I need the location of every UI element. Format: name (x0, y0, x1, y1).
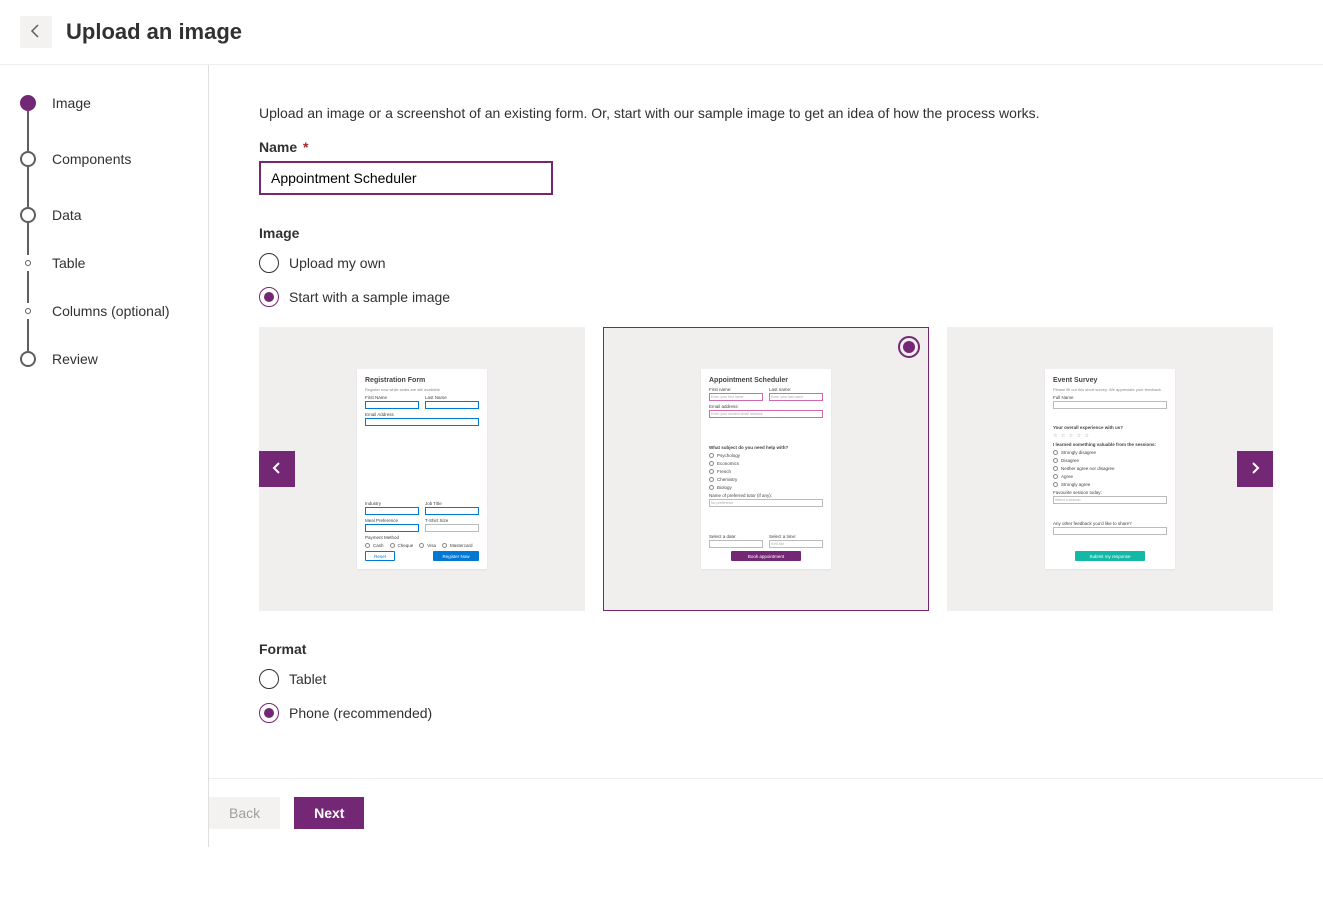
sample-carousel: Registration FormRegister now while seat… (259, 327, 1273, 611)
footer-bar: Back Next (209, 778, 1323, 847)
name-label: Name * (259, 139, 1273, 155)
page-title: Upload an image (66, 19, 242, 45)
sample-thumbnail: Appointment SchedulerFirst name:Enter yo… (701, 369, 831, 569)
intro-text: Upload an image or a screenshot of an ex… (259, 105, 1273, 121)
image-source-option[interactable]: Start with a sample image (259, 287, 1273, 307)
radio-icon (259, 253, 279, 273)
top-bar: Upload an image (0, 0, 1323, 65)
step-dot-icon (20, 207, 36, 223)
chevron-right-icon (1247, 460, 1263, 479)
step-label: Data (52, 207, 82, 223)
image-section-label: Image (259, 225, 1273, 241)
step-dot-icon (25, 308, 31, 314)
step-connector (27, 223, 29, 255)
sample-card[interactable]: Event SurveyPlease fill out this short s… (947, 327, 1273, 611)
radio-label: Start with a sample image (289, 289, 450, 305)
format-option[interactable]: Phone (recommended) (259, 703, 1273, 723)
carousel-prev-button[interactable] (259, 451, 295, 487)
arrow-left-icon (28, 23, 44, 42)
required-asterisk: * (303, 139, 308, 155)
sample-card[interactable]: Registration FormRegister now while seat… (259, 327, 585, 611)
step-item[interactable]: Data (20, 207, 188, 223)
radio-icon (259, 669, 279, 689)
step-dot-icon (20, 351, 36, 367)
step-item[interactable]: Review (20, 351, 188, 367)
back-button[interactable]: Back (209, 797, 280, 829)
sample-thumbnail: Registration FormRegister now while seat… (357, 369, 487, 569)
step-item[interactable]: Table (20, 255, 188, 271)
step-label: Columns (optional) (52, 303, 170, 319)
step-dot-icon (20, 95, 36, 111)
radio-label: Phone (recommended) (289, 705, 432, 721)
step-label: Review (52, 351, 98, 367)
step-connector (27, 319, 29, 351)
next-button[interactable]: Next (294, 797, 364, 829)
radio-label: Upload my own (289, 255, 386, 271)
main-panel: Upload an image or a screenshot of an ex… (209, 65, 1323, 847)
radio-icon (259, 287, 279, 307)
step-label: Components (52, 151, 131, 167)
step-item[interactable]: Components (20, 151, 188, 167)
carousel-next-button[interactable] (1237, 451, 1273, 487)
image-source-option[interactable]: Upload my own (259, 253, 1273, 273)
radio-icon (259, 703, 279, 723)
step-label: Table (52, 255, 85, 271)
format-section-label: Format (259, 641, 1273, 657)
step-dot-icon (25, 260, 31, 266)
step-dot-icon (20, 151, 36, 167)
step-connector (27, 271, 29, 303)
back-arrow-button[interactable] (20, 16, 52, 48)
sample-thumbnail: Event SurveyPlease fill out this short s… (1045, 369, 1175, 569)
step-item[interactable]: Columns (optional) (20, 303, 188, 319)
sample-card[interactable]: Appointment SchedulerFirst name:Enter yo… (603, 327, 929, 611)
step-item[interactable]: Image (20, 95, 188, 111)
step-label: Image (52, 95, 91, 111)
name-input[interactable] (259, 161, 553, 195)
chevron-left-icon (269, 460, 285, 479)
step-connector (27, 111, 29, 151)
selected-indicator-icon (898, 336, 920, 358)
format-option[interactable]: Tablet (259, 669, 1273, 689)
step-sidebar: Image Components Data Table Columns (optiona… (0, 65, 209, 847)
step-connector (27, 167, 29, 207)
radio-label: Tablet (289, 671, 326, 687)
